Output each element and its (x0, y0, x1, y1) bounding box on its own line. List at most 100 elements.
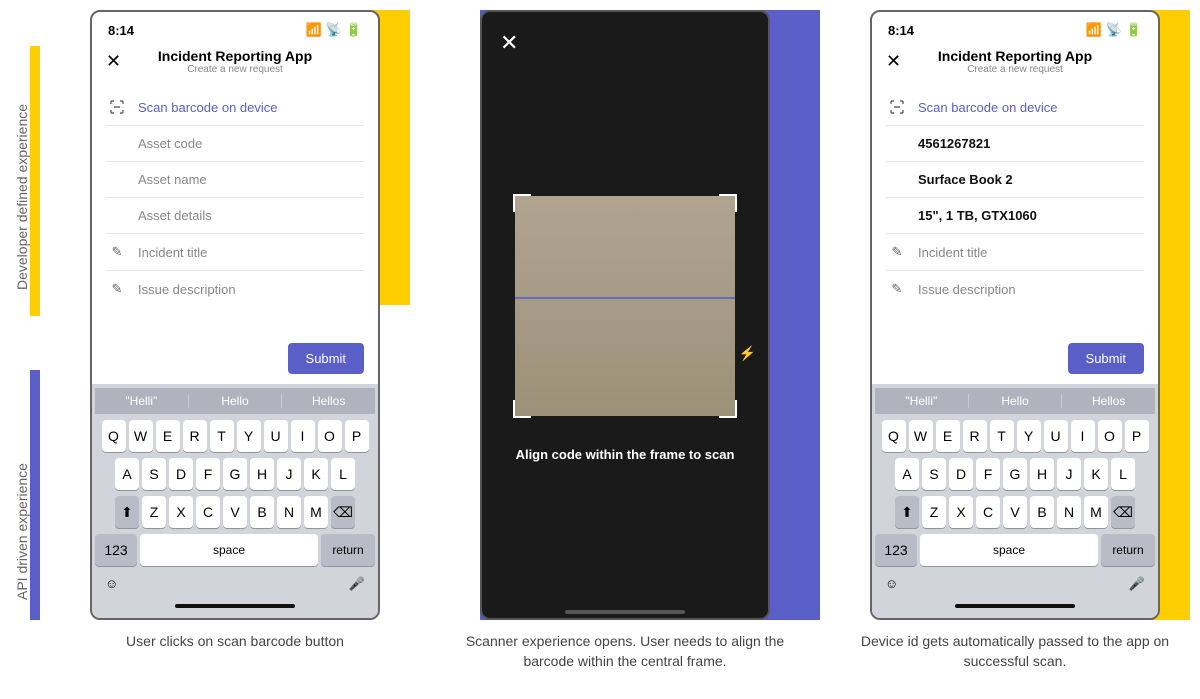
key-u[interactable]: U (264, 420, 288, 452)
suggestion-1[interactable]: "Helli" (95, 394, 189, 408)
key-o[interactable]: O (1098, 420, 1122, 452)
key-k[interactable]: K (1084, 458, 1108, 490)
key-q[interactable]: Q (882, 420, 906, 452)
mic-icon[interactable]: 🎤 (1129, 576, 1145, 592)
suggestion-1[interactable]: "Helli" (875, 394, 969, 408)
emoji-icon[interactable]: ☺ (885, 576, 898, 592)
backspace-key[interactable]: ⌫ (331, 496, 355, 528)
key-w[interactable]: W (909, 420, 933, 452)
key-q[interactable]: Q (102, 420, 126, 452)
flash-icon[interactable]: ⚡ (739, 345, 756, 362)
scan-barcode-row[interactable]: Scan barcode on device (886, 89, 1144, 126)
key-n[interactable]: N (1057, 496, 1081, 528)
key-k[interactable]: K (304, 458, 328, 490)
key-w[interactable]: W (129, 420, 153, 452)
key-a[interactable]: A (895, 458, 919, 490)
issue-description-field[interactable]: ✎ Issue description (886, 271, 1144, 307)
key-i[interactable]: I (291, 420, 315, 452)
home-indicator (955, 604, 1075, 608)
key-h[interactable]: H (1030, 458, 1054, 490)
key-t[interactable]: T (990, 420, 1014, 452)
suggestion-2[interactable]: Hello (189, 394, 283, 408)
key-t[interactable]: T (210, 420, 234, 452)
incident-title-field[interactable]: ✎ Incident title (886, 234, 1144, 271)
key-f[interactable]: F (196, 458, 220, 490)
key-l[interactable]: L (331, 458, 355, 490)
key-z[interactable]: Z (922, 496, 946, 528)
key-n[interactable]: N (277, 496, 301, 528)
scan-barcode-row[interactable]: Scan barcode on device (106, 89, 364, 126)
suggestion-3[interactable]: Hellos (282, 394, 375, 408)
key-c[interactable]: C (976, 496, 1000, 528)
key-y[interactable]: Y (237, 420, 261, 452)
space-key[interactable]: space (920, 534, 1098, 566)
key-h[interactable]: H (250, 458, 274, 490)
key-i[interactable]: I (1071, 420, 1095, 452)
asset-code-field[interactable]: Asset code (106, 126, 364, 162)
key-u[interactable]: U (1044, 420, 1068, 452)
suggestion-3[interactable]: Hellos (1062, 394, 1155, 408)
key-row-1: Q W E R T Y U I O P (95, 420, 375, 452)
key-z[interactable]: Z (142, 496, 166, 528)
key-c[interactable]: C (196, 496, 220, 528)
keyboard-bottom-row: ☺ 🎤 (875, 572, 1155, 592)
key-v[interactable]: V (223, 496, 247, 528)
key-b[interactable]: B (250, 496, 274, 528)
key-l[interactable]: L (1111, 458, 1135, 490)
key-d[interactable]: D (169, 458, 193, 490)
submit-button[interactable]: Submit (1068, 343, 1144, 374)
key-o[interactable]: O (318, 420, 342, 452)
key-j[interactable]: J (1057, 458, 1081, 490)
key-e[interactable]: E (156, 420, 180, 452)
key-v[interactable]: V (1003, 496, 1027, 528)
key-x[interactable]: X (949, 496, 973, 528)
home-indicator (175, 604, 295, 608)
pencil-icon: ✎ (108, 244, 126, 260)
scanner-close-icon[interactable]: ✕ (500, 30, 518, 56)
key-p[interactable]: P (1125, 420, 1149, 452)
space-key[interactable]: space (140, 534, 318, 566)
shift-key[interactable]: ⬆ (115, 496, 139, 528)
key-m[interactable]: M (1084, 496, 1108, 528)
key-e[interactable]: E (936, 420, 960, 452)
scan-instruction: Align code within the frame to scan (516, 446, 735, 464)
key-p[interactable]: P (345, 420, 369, 452)
key-a[interactable]: A (115, 458, 139, 490)
incident-title-field[interactable]: ✎ Incident title (106, 234, 364, 271)
numbers-key[interactable]: 123 (875, 534, 917, 566)
key-f[interactable]: F (976, 458, 1000, 490)
key-d[interactable]: D (949, 458, 973, 490)
asset-name-placeholder: Asset name (138, 172, 207, 187)
asset-details-field[interactable]: Asset details (106, 198, 364, 234)
key-m[interactable]: M (304, 496, 328, 528)
key-r[interactable]: R (183, 420, 207, 452)
key-y[interactable]: Y (1017, 420, 1041, 452)
backspace-key[interactable]: ⌫ (1111, 496, 1135, 528)
frame-corner (719, 400, 737, 418)
mic-icon[interactable]: 🎤 (349, 576, 365, 592)
close-icon[interactable]: ✕ (106, 51, 121, 72)
key-s[interactable]: S (922, 458, 946, 490)
key-x[interactable]: X (169, 496, 193, 528)
emoji-icon[interactable]: ☺ (105, 576, 118, 592)
submit-button[interactable]: Submit (288, 343, 364, 374)
asset-details-field[interactable]: 15", 1 TB, GTX1060 (886, 198, 1144, 234)
asset-name-field[interactable]: Asset name (106, 162, 364, 198)
return-key[interactable]: return (1101, 534, 1155, 566)
key-g[interactable]: G (1003, 458, 1027, 490)
key-r[interactable]: R (963, 420, 987, 452)
return-key[interactable]: return (321, 534, 375, 566)
wifi-icon: 📡 (326, 22, 342, 38)
key-b[interactable]: B (1030, 496, 1054, 528)
asset-name-field[interactable]: Surface Book 2 (886, 162, 1144, 198)
issue-description-field[interactable]: ✎ Issue description (106, 271, 364, 307)
key-g[interactable]: G (223, 458, 247, 490)
shift-key[interactable]: ⬆ (895, 496, 919, 528)
numbers-key[interactable]: 123 (95, 534, 137, 566)
close-icon[interactable]: ✕ (886, 51, 901, 72)
suggestion-2[interactable]: Hello (969, 394, 1063, 408)
key-s[interactable]: S (142, 458, 166, 490)
key-j[interactable]: J (277, 458, 301, 490)
asset-code-field[interactable]: 4561267821 (886, 126, 1144, 162)
keyboard-suggestions: "Helli" Hello Hellos (95, 388, 375, 414)
